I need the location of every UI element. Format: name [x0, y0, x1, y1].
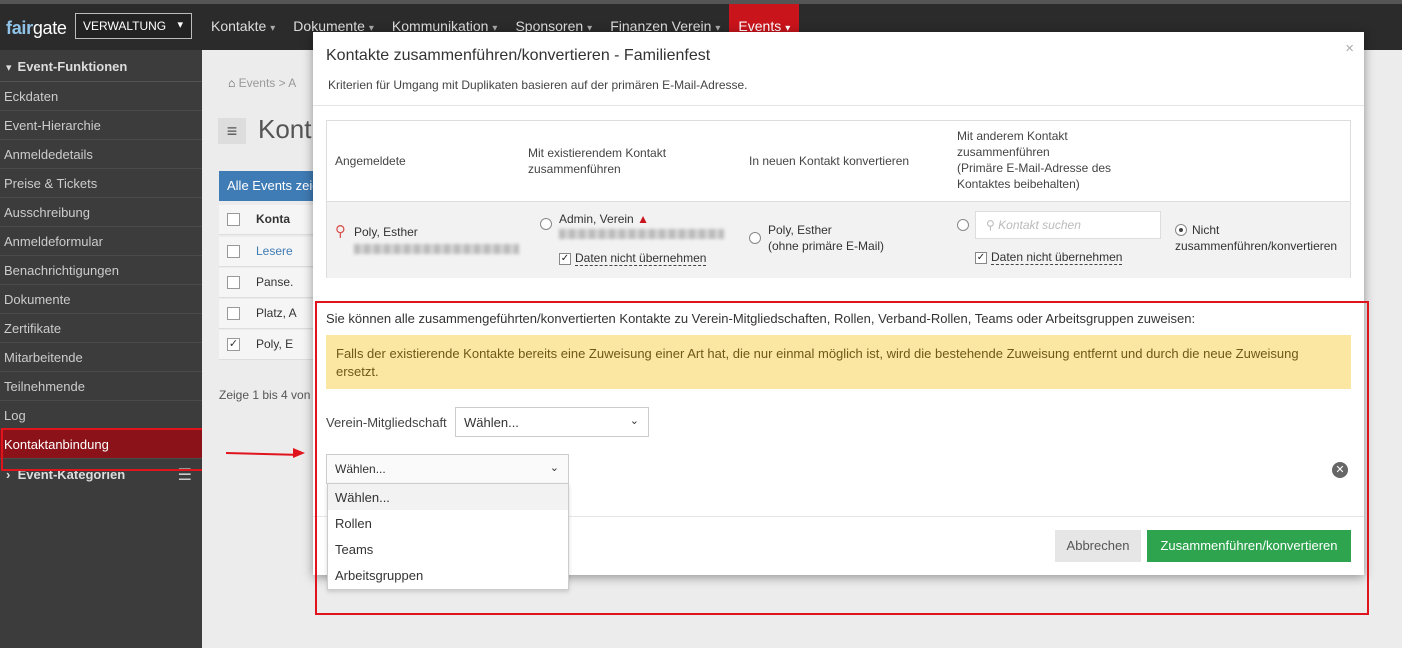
registered-cell: ⚲ Poly, Esther [335, 223, 519, 254]
table-row: ⚲ Poly, Esther Admin, Verein ▲ ✓ Daten ni… [327, 201, 1350, 278]
page-title-text: Kont [258, 114, 312, 144]
sidebar-item-ausschreibung[interactable]: Ausschreibung [0, 198, 202, 227]
convert-new-radio[interactable] [749, 232, 761, 244]
merge-existing-radio[interactable] [540, 218, 552, 230]
assign-instructions: Sie können alle zusammengeführten/konver… [326, 311, 1196, 326]
registered-name: Poly, Esther [354, 225, 418, 239]
sidebar-item-event-hierarchie[interactable]: Event-Hierarchie [0, 111, 202, 140]
membership-label: Verein-Mitgliedschaft [326, 415, 447, 430]
chevron-down-icon: ⌄ [629, 415, 639, 427]
contact-search-input[interactable]: ⚲ Kontakt suchen [975, 211, 1161, 239]
row-checkbox[interactable] [227, 245, 240, 259]
page-title: ≡ Kont [218, 114, 312, 145]
cancel-button[interactable]: Abbrechen [1055, 530, 1141, 562]
blurred-email [559, 229, 724, 239]
warning-icon: ▲ [637, 212, 649, 226]
checkbox-checked[interactable]: ✓ [559, 252, 571, 265]
row-checkbox-checked[interactable]: ✓ [227, 338, 240, 352]
modal-header: Kontakte zusammenführen/konvertieren - F… [313, 32, 1364, 106]
row-label: Panse. [256, 275, 294, 289]
sidebar-item-eckdaten[interactable]: Eckdaten [0, 82, 202, 111]
checkbox-checked[interactable]: ✓ [975, 251, 987, 264]
modal-subtitle: Kriterien für Umgang mit Duplikaten basi… [328, 78, 748, 92]
select-all-checkbox[interactable] [227, 213, 240, 227]
search-icon: ⚲ [986, 218, 995, 232]
logo-gate: gate [32, 18, 67, 38]
sidebar-heading[interactable]: ▾ Event-Funktionen [0, 50, 202, 82]
membership-select[interactable]: Wählen... ⌄ [455, 407, 649, 437]
col-merge-other-note: (Primäre E-Mail-Adresse des Kontaktes be… [957, 161, 1112, 191]
annotation-arrow-head [293, 448, 305, 458]
sidebar-item-anmeldedetails[interactable]: Anmeldedetails [0, 140, 202, 169]
modal-title: Kontakte zusammenführen/konvertieren - F… [326, 47, 711, 64]
sidebar-item-dokumente[interactable]: Dokumente [0, 285, 202, 314]
sidebar-item-teilnehmende[interactable]: Teilnehmende [0, 372, 202, 401]
sidebar-item-mitarbeitende[interactable]: Mitarbeitende [0, 343, 202, 372]
breadcrumb: ⌂ Events > A [228, 76, 296, 90]
nav-kontakte[interactable]: Kontakte ▾ [202, 4, 284, 50]
col-merge-other: Mit anderem Kontakt zusammenführen (Prim… [957, 128, 1137, 208]
new-name: Poly, Esther [768, 223, 832, 237]
duplicates-table: Angemeldete Mit existierendem Kontakt zu… [326, 120, 1351, 278]
sidebar-item-log[interactable]: Log [0, 401, 202, 430]
chevron-down-icon: ▾ [270, 23, 276, 34]
logo-fair: fair [6, 18, 33, 38]
row-label: Platz, A [256, 306, 297, 320]
warning-alert: Falls der existierende Kontakte bereits … [326, 335, 1351, 389]
membership-select-value: Wählen... [464, 415, 519, 430]
dropdown-option-waehlen[interactable]: Wählen... [328, 484, 568, 510]
breadcrumb-text: Events > A [238, 76, 297, 90]
sidebar-item-zertifikate[interactable]: Zertifikate [0, 314, 202, 343]
assignment-type-dropdown: Wählen... Rollen Teams Arbeitsgruppen [327, 483, 569, 590]
dropdown-option-arbeitsgruppen[interactable]: Arbeitsgruppen [328, 562, 568, 588]
fairgate-logo[interactable]: fairgate [6, 18, 67, 39]
chevron-down-icon: ▾ [6, 62, 12, 74]
person-icon: ⚲ [335, 223, 346, 240]
sidebar-item-anmeldeformular[interactable]: Anmeldeformular [0, 227, 202, 256]
table-count: Zeige 1 bis 4 von 4 [219, 388, 321, 402]
row-checkbox[interactable] [227, 276, 240, 290]
chevron-down-icon: ▾ [177, 19, 183, 31]
chevron-down-icon: ⌄ [549, 462, 559, 474]
nav-label: Kontakte [211, 18, 267, 34]
blurred-email [354, 244, 519, 254]
sidebar-item-preise[interactable]: Preise & Tickets [0, 169, 202, 198]
area-select[interactable]: VERWALTUNG ▾ [75, 13, 192, 39]
assignment-select-value: Wählen... [335, 462, 386, 476]
row-label: Lesere [256, 244, 293, 258]
no-transfer-2-label: Daten nicht übernehmen [991, 250, 1123, 265]
col-merge-other-label: Mit anderem Kontakt zusammenführen [957, 129, 1068, 159]
existing-name-wrap: Admin, Verein ▲ [559, 211, 649, 227]
new-note: (ohne primäre E-Mail) [768, 239, 885, 253]
merge-convert-button[interactable]: Zusammenführen/konvertieren [1147, 530, 1351, 562]
row-label: Poly, E [256, 337, 294, 351]
annotation-highlight-box [1, 428, 212, 471]
no-merge-label: Nicht zusammenführen/konvertieren [1175, 223, 1338, 253]
row-checkbox[interactable] [227, 307, 240, 321]
merge-other-radio[interactable] [957, 218, 969, 231]
no-transfer-2-wrap[interactable]: ✓ Daten nicht übernehmen [975, 249, 1123, 265]
area-select-value: VERWALTUNG [83, 19, 167, 33]
dropdown-option-rollen[interactable]: Rollen [328, 510, 568, 536]
no-transfer-label: Daten nicht übernehmen [575, 251, 707, 266]
remove-icon[interactable]: ✕ [1332, 462, 1348, 478]
existing-name: Admin, Verein [559, 212, 634, 226]
merge-other-radio-wrap [957, 216, 969, 232]
sidebar: ▾ Event-Funktionen Eckdaten Event-Hierarc… [0, 50, 202, 648]
table-header-label: Konta [256, 212, 290, 226]
sidebar-heading-label: Event-Funktionen [17, 59, 128, 74]
close-icon[interactable]: × [1345, 40, 1354, 57]
hamburger-icon[interactable]: ≡ [218, 118, 246, 145]
search-placeholder: Kontakt suchen [998, 218, 1081, 232]
dropdown-option-teams[interactable]: Teams [328, 536, 568, 562]
home-icon[interactable]: ⌂ [228, 76, 235, 90]
sidebar-item-benachrichtigungen[interactable]: Benachrichtigungen [0, 256, 202, 285]
no-transfer-checkbox-wrap[interactable]: ✓ Daten nicht übernehmen [559, 250, 707, 266]
assignment-type-select[interactable]: Wählen... ⌄ [326, 454, 569, 484]
